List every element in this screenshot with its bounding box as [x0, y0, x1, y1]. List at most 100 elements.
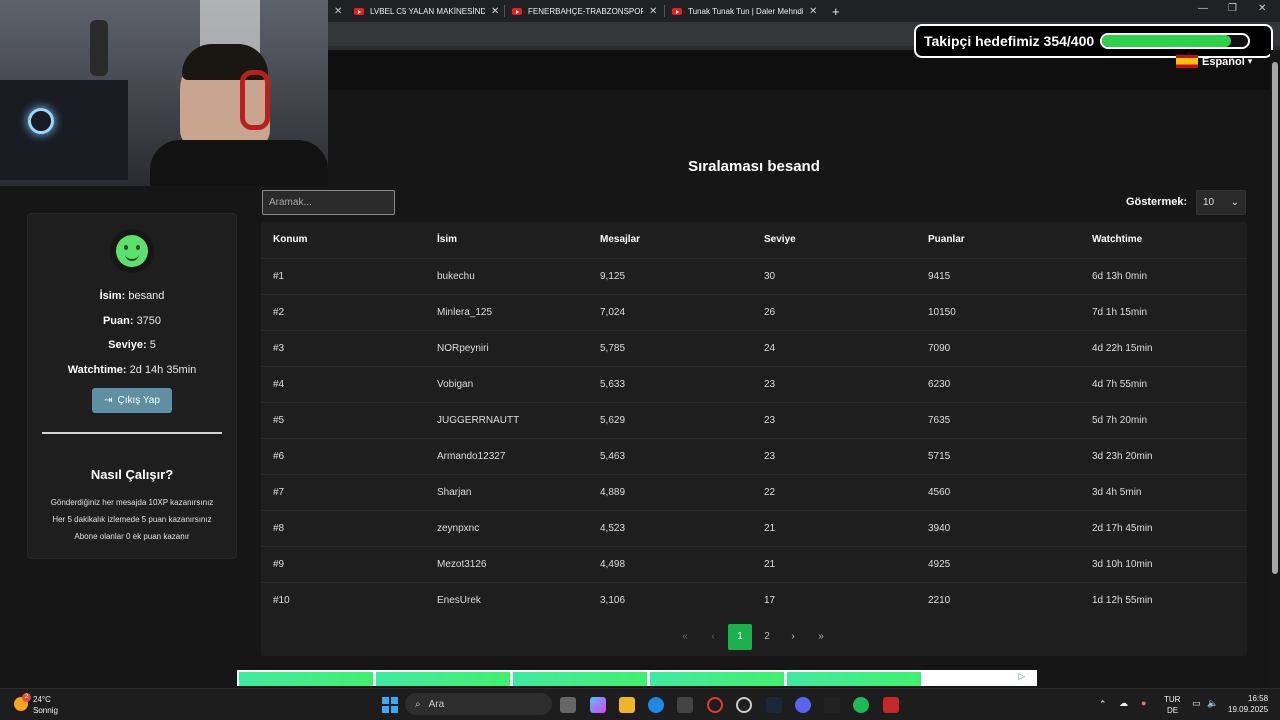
volume-icon[interactable]: 🔈: [1207, 698, 1218, 709]
settings-icon[interactable]: [736, 697, 752, 713]
file-explorer-icon[interactable]: [619, 697, 635, 713]
close-tab-icon[interactable]: ✕: [491, 6, 499, 17]
table-cell: 9415: [928, 271, 951, 282]
browser-tab[interactable]: Tunak Tunak Tun | Daler Mehndi ✕: [672, 1, 822, 22]
next-page-icon[interactable]: ›: [784, 624, 802, 650]
follower-progress-bar: [1100, 33, 1251, 49]
page-button[interactable]: 2: [758, 624, 776, 650]
table-cell: 5,633: [600, 379, 626, 390]
close-tab-icon[interactable]: ✕: [649, 6, 657, 17]
how-it-works-title: Nasıl Çalışır?: [90, 467, 174, 482]
table-cell: 10150: [928, 307, 956, 318]
edge-icon[interactable]: [648, 697, 664, 713]
chevron-up-icon[interactable]: ⌃: [1099, 699, 1107, 710]
close-tab-icon[interactable]: ✕: [334, 1, 342, 22]
column-header[interactable]: Watchtime: [1092, 222, 1142, 258]
profile-level: Seviye: 5: [27, 339, 237, 351]
column-header[interactable]: Puanlar: [928, 222, 965, 258]
table-cell: Sharjan: [437, 487, 472, 498]
column-header[interactable]: İsim: [437, 222, 457, 258]
scrollbar-thumb[interactable]: [1272, 62, 1278, 574]
table-cell: 5715: [928, 451, 951, 462]
tab-title: LVBEL C5 YALAN MAKİNESİNDE!: [370, 7, 485, 16]
table-cell: Minlera_125: [437, 307, 493, 318]
opera-icon[interactable]: [707, 697, 723, 713]
table-cell: 5,463: [600, 451, 626, 462]
table-cell: 4d 7h 55min: [1092, 379, 1148, 390]
maximize-icon[interactable]: ❐: [1228, 3, 1237, 14]
store-icon[interactable]: [677, 697, 693, 713]
column-header[interactable]: Seviye: [764, 222, 796, 258]
pagination: « ‹ 1 2 › »: [676, 624, 836, 650]
table-cell: zeynpxnc: [437, 523, 480, 534]
table-cell: 23: [764, 451, 776, 462]
spotify-icon[interactable]: [853, 697, 869, 713]
table-cell: Vobigan: [437, 379, 474, 390]
browser-tab-bar: ✕ LVBEL C5 YALAN MAKİNESİNDE! ✕ FENERBAH…: [328, 0, 1280, 22]
smiley-avatar-icon: [116, 235, 148, 267]
table-cell: 4,523: [600, 523, 626, 534]
first-page-icon[interactable]: «: [676, 624, 694, 650]
logout-button[interactable]: ⇥ Çıkış Yap: [92, 388, 172, 413]
weather-temp[interactable]: 24°C: [33, 695, 51, 704]
search-input[interactable]: [262, 190, 395, 215]
clock-date[interactable]: 19.09.2025: [1228, 705, 1268, 714]
table-cell: #8: [273, 523, 285, 534]
input-language[interactable]: TUR: [1164, 695, 1180, 704]
windows-taskbar: 2 24°C Sonnig ⌃ ☁ ● TUR DE ▭ 🔈 16:58 19.…: [0, 688, 1280, 720]
page-size-value: 10: [1203, 197, 1215, 208]
follower-progress-fill: [1102, 35, 1232, 47]
page-size-select[interactable]: 10 ⌄: [1196, 190, 1246, 215]
close-tab-icon[interactable]: ✕: [809, 6, 817, 17]
browser-tab[interactable]: LVBEL C5 YALAN MAKİNESİNDE! ✕: [354, 1, 504, 22]
leaderboard-table: Konum İsim Mesajlar Seviye Puanlar Watch…: [261, 222, 1247, 656]
page-scrollbar[interactable]: [1270, 50, 1280, 688]
page-button-current[interactable]: 1: [728, 624, 752, 650]
table-cell: 5d 7h 20min: [1092, 415, 1148, 426]
page-title: Sıralaması besand: [688, 158, 820, 175]
table-cell: 23: [764, 415, 776, 426]
last-page-icon[interactable]: »: [812, 624, 830, 650]
streaming-app-icon[interactable]: [883, 697, 899, 713]
follower-goal-text: Takipçi hedefimiz 354/400: [924, 33, 1095, 49]
table-cell: EnesUrek: [437, 595, 481, 606]
browser-tab[interactable]: FENERBAHÇE-TRABZONSPOR @ ✕: [512, 1, 662, 22]
youtube-icon: [512, 8, 522, 15]
close-window-icon[interactable]: ✕: [1258, 3, 1266, 14]
ad-choices-icon[interactable]: ▷: [1018, 671, 1025, 682]
column-header[interactable]: Mesajlar: [600, 222, 640, 258]
table-cell: Mezot3126: [437, 559, 487, 570]
table-cell: 3d 10h 10min: [1092, 559, 1153, 570]
prev-page-icon[interactable]: ‹: [704, 624, 722, 650]
taskbar-search[interactable]: ⌕ Ara: [405, 693, 552, 715]
weather-badge: 2: [22, 693, 31, 702]
next-app-icon[interactable]: [824, 697, 840, 713]
language-label: Español: [1202, 55, 1245, 68]
microphone-icon[interactable]: ●: [1141, 698, 1146, 708]
sign-out-icon: ⇥: [104, 395, 113, 406]
cloud-icon[interactable]: ☁: [1119, 698, 1128, 709]
copilot-icon[interactable]: [590, 697, 606, 713]
minimize-icon[interactable]: —: [1198, 3, 1208, 14]
clock-time[interactable]: 16:58: [1248, 694, 1268, 703]
new-tab-icon[interactable]: +: [832, 1, 840, 22]
table-cell: 1d 12h 55min: [1092, 595, 1153, 606]
windows-start-icon[interactable]: [382, 697, 398, 713]
youtube-icon: [672, 8, 682, 15]
task-view-icon[interactable]: [560, 697, 576, 713]
table-cell: #5: [273, 415, 285, 426]
profile-name: İsim: besand: [27, 290, 237, 302]
discord-icon[interactable]: [795, 697, 811, 713]
column-header[interactable]: Konum: [273, 222, 307, 258]
weather-desc[interactable]: Sonnig: [33, 706, 58, 715]
language-selector[interactable]: Español ▾: [1176, 55, 1252, 68]
steam-icon[interactable]: [766, 697, 782, 713]
table-cell: #6: [273, 451, 285, 462]
table-cell: 17: [764, 595, 776, 606]
table-row: #3 NORpeyniri 5,785 24 7090 4d 22h 15min: [261, 330, 1247, 366]
table-cell: 4d 22h 15min: [1092, 343, 1153, 354]
network-icon[interactable]: ▭: [1192, 698, 1201, 709]
ad-banner[interactable]: ▷: [237, 670, 1037, 686]
keyboard-layout[interactable]: DE: [1167, 706, 1178, 715]
table-cell: 3d 4h 5min: [1092, 487, 1142, 498]
